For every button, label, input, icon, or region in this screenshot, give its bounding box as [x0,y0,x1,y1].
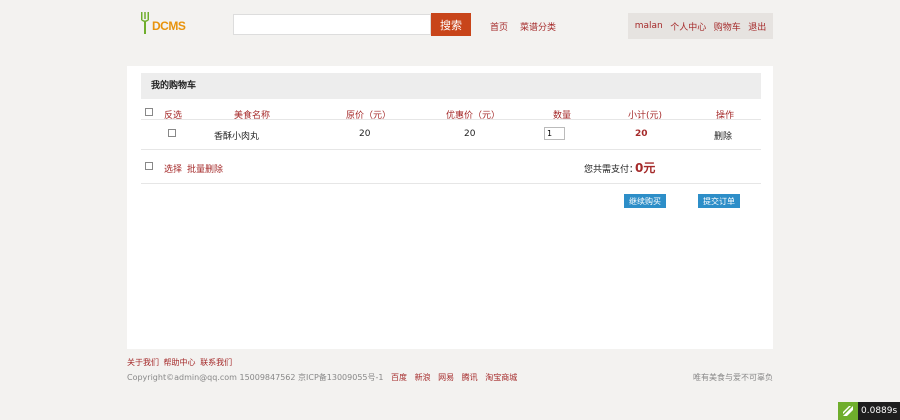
nav-home[interactable]: 首页 [490,20,508,33]
item-price: 20 [359,129,371,139]
total-label: 您共需支付： [584,165,639,175]
nav-recipe-category[interactable]: 菜谱分类 [520,20,556,33]
item-name: 香酥小肉丸 [214,132,260,142]
cart-link[interactable]: 购物车 [714,20,741,33]
select-all-checkbox[interactable] [145,108,153,116]
divider [141,119,761,120]
submit-order-button[interactable]: 提交订单 [698,194,740,208]
partner-link-taobao[interactable]: 淘宝商城 [485,373,517,382]
copyright: Copyright©admin@qq.com 15009847562 京ICP备… [127,372,517,383]
timer-value: 0.0889s [861,406,898,416]
partner-link-baidu[interactable]: 百度 [391,373,407,382]
fork-icon [139,12,151,34]
quantity-input[interactable] [544,127,565,140]
top-nav: 首页 菜谱分类 [490,20,556,33]
about-link[interactable]: 关于我们 [127,358,159,367]
logo-text: DCMS [152,19,186,33]
select-link[interactable]: 选择 [164,162,182,175]
search-input[interactable] [233,14,431,35]
partner-link-sina[interactable]: 新浪 [415,373,431,382]
footer-links: 关于我们 帮助中心 联系我们 [127,357,234,368]
partner-link-netease[interactable]: 网易 [438,373,454,382]
divider [141,183,761,184]
item-checkbox[interactable] [168,129,176,137]
batch-delete-link[interactable]: 批量删除 [187,162,223,175]
username-link[interactable]: malan [635,21,663,31]
site-logo[interactable]: DCMS [139,9,195,37]
load-timer[interactable]: 0.0889s [838,402,900,420]
cart-panel: 我的购物车 反选 美食名称 原价（元） 优惠价（元） 数量 小计(元) 操作 香… [127,66,773,349]
copyright-text: Copyright©admin@qq.com 15009847562 京ICP备… [127,373,384,382]
user-bar: malan 个人中心 购物车 退出 [628,13,773,39]
logout-link[interactable]: 退出 [748,20,766,33]
cart-title: 我的购物车 [141,73,761,99]
delete-link[interactable]: 删除 [714,129,732,142]
contact-link[interactable]: 联系我们 [200,358,232,367]
continue-shopping-button[interactable]: 继续购买 [624,194,666,208]
total-value: 0元 [635,161,656,175]
item-subtotal: 20 [635,129,648,139]
help-link[interactable]: 帮助中心 [164,358,196,367]
partner-link-tencent[interactable]: 腾讯 [462,373,478,382]
item-discount: 20 [464,129,476,139]
divider [141,149,761,150]
search-button[interactable]: 搜索 [431,13,471,36]
personal-center-link[interactable]: 个人中心 [670,20,706,33]
select-all-bottom-checkbox[interactable] [145,162,153,170]
footer-slogan: 唯有美食与爱不可辜负 [693,373,773,382]
leaf-icon [838,402,858,420]
